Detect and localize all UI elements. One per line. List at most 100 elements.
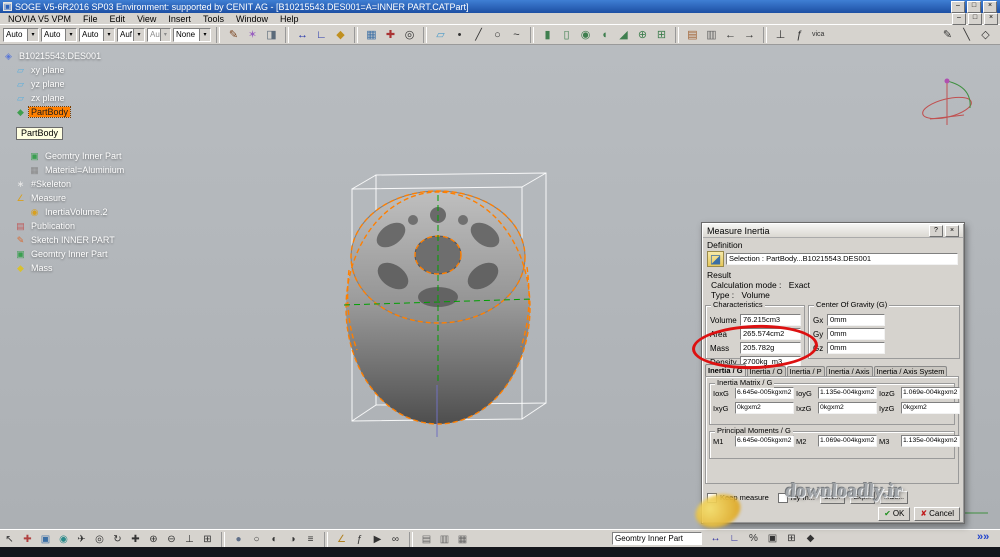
menu-novia-v5-vpm[interactable]: NOVIA V5 VPM bbox=[2, 14, 77, 24]
tree-item-inertia-volume[interactable]: ◉InertiaVolume.2 bbox=[3, 205, 126, 219]
chevron-down-icon[interactable]: ▾ bbox=[65, 29, 76, 41]
dialog-titlebar[interactable]: Measure Inertia ? × bbox=[703, 224, 963, 238]
line-icon[interactable]: ╱ bbox=[470, 27, 487, 43]
hole-icon[interactable]: ◉ bbox=[577, 27, 594, 43]
child-close-button[interactable]: × bbox=[984, 13, 998, 25]
minimize-button[interactable]: – bbox=[951, 1, 965, 13]
gy-field[interactable]: 0mm bbox=[827, 328, 885, 340]
point-icon[interactable]: • bbox=[451, 27, 468, 43]
iyzg-field[interactable]: 0kgxm2 bbox=[901, 402, 960, 414]
compass[interactable] bbox=[921, 79, 974, 126]
3d-viewport[interactable]: ◈B10215543.DES001 ▱xy plane ▱yz plane ▱z… bbox=[0, 45, 1000, 529]
paintbrush-icon[interactable]: ✎ bbox=[225, 27, 242, 43]
tree-item-sketch-inner-part[interactable]: ✎Sketch INNER PART bbox=[3, 233, 126, 247]
pad-icon[interactable]: ▮ bbox=[539, 27, 556, 43]
tree-item-geometry-inner-part-2[interactable]: ▣Geomtry Inner Part bbox=[3, 247, 126, 261]
formula-icon[interactable]: ƒ bbox=[352, 533, 367, 547]
iozg-field[interactable]: 1.069e-004kgxm2 bbox=[901, 387, 960, 399]
pan-icon[interactable]: ✚ bbox=[128, 533, 143, 547]
fly-mode-icon[interactable]: ✈ bbox=[74, 533, 89, 547]
paste-icon[interactable]: ▥ bbox=[703, 27, 720, 43]
boolean-icon[interactable]: ⊕ bbox=[634, 27, 651, 43]
ioxg-field[interactable]: 6.645e-005kgxm2 bbox=[735, 387, 794, 399]
grid-icon[interactable]: ▦ bbox=[363, 27, 380, 43]
copy-icon[interactable]: ▤ bbox=[419, 533, 434, 547]
menu-edit[interactable]: Edit bbox=[104, 14, 132, 24]
chevron-down-icon[interactable]: ▾ bbox=[103, 29, 114, 41]
tree-item-measure[interactable]: ∠Measure bbox=[3, 191, 126, 205]
chamfer-icon[interactable]: ◢ bbox=[615, 27, 632, 43]
cancel-button[interactable]: ✘Cancel bbox=[914, 507, 960, 521]
link-manager-icon[interactable]: ∞ bbox=[388, 533, 403, 547]
tree-item-xy-plane[interactable]: ▱xy plane bbox=[3, 63, 126, 77]
globe-icon[interactable]: ◉ bbox=[56, 533, 71, 547]
paste-icon[interactable]: ▥ bbox=[437, 533, 452, 547]
power-input-field[interactable] bbox=[612, 532, 702, 545]
measure-between-icon[interactable]: ↔ bbox=[708, 532, 723, 546]
selection-field[interactable]: Selection : PartBody...B10215543.DES001 bbox=[726, 253, 958, 265]
zoom-in-icon[interactable]: ⊕ bbox=[146, 533, 161, 547]
settings-icon[interactable]: ◆ bbox=[803, 532, 818, 546]
child-minimize-button[interactable]: – bbox=[952, 13, 966, 25]
tree-item-partbody[interactable]: ◆PartBody bbox=[3, 105, 126, 119]
zoom-out-icon[interactable]: ⊖ bbox=[164, 533, 179, 547]
m3-field[interactable]: 1.135e-004kgxm2 bbox=[901, 435, 960, 447]
ixzg-field[interactable]: 0kgxm2 bbox=[818, 402, 877, 414]
menu-tools[interactable]: Tools bbox=[197, 14, 230, 24]
multi-view-icon[interactable]: ⊞ bbox=[200, 533, 215, 547]
percent-icon[interactable]: % bbox=[746, 532, 761, 546]
filter-combo-3[interactable]: Auto▾ bbox=[79, 28, 115, 42]
viga-tool-icon[interactable]: vica bbox=[810, 27, 826, 43]
constraint-icon[interactable]: ⊥ bbox=[772, 27, 789, 43]
spline-icon[interactable]: ~ bbox=[508, 27, 525, 43]
undo-icon[interactable]: ← bbox=[722, 27, 739, 43]
ok-button[interactable]: ✔OK bbox=[878, 507, 910, 521]
print-icon[interactable]: ▦ bbox=[455, 533, 470, 547]
m1-field[interactable]: 6.645e-005kgxm2 bbox=[735, 435, 794, 447]
axis-system-icon[interactable]: ✚ bbox=[20, 533, 35, 547]
tree-item-skeleton[interactable]: ∗#Skeleton bbox=[3, 177, 126, 191]
rotate-view-icon[interactable]: ↻ bbox=[110, 533, 125, 547]
cube-icon[interactable]: ▣ bbox=[38, 533, 53, 547]
dialog-close-button[interactable]: × bbox=[945, 225, 959, 237]
filter-combo-2[interactable]: Auto▾ bbox=[41, 28, 77, 42]
gx-field[interactable]: 0mm bbox=[827, 314, 885, 326]
pen-icon[interactable]: ✎ bbox=[939, 27, 956, 43]
tree-toggle-icon[interactable]: ≡ bbox=[303, 533, 318, 547]
chevron-down-icon[interactable]: ▾ bbox=[27, 29, 38, 41]
filter-combo-1[interactable]: Auto▾ bbox=[3, 28, 39, 42]
menu-view[interactable]: View bbox=[131, 14, 162, 24]
chevron-down-icon[interactable]: ▾ bbox=[199, 29, 210, 41]
window-titlebar[interactable]: ▣ SOGE V5-6R2016 SP03 Environment: suppo… bbox=[0, 0, 1000, 13]
dialog-help-button[interactable]: ? bbox=[929, 225, 943, 237]
ixyg-field[interactable]: 0kgxm2 bbox=[735, 402, 794, 414]
command-arrows-icon[interactable]: »» bbox=[977, 531, 989, 543]
tree-item-root[interactable]: ◈B10215543.DES001 bbox=[3, 49, 126, 63]
chevron-down-icon[interactable]: ▾ bbox=[160, 29, 170, 41]
filter-combo-4[interactable]: Auf▾ bbox=[117, 28, 145, 42]
magic-wand-icon[interactable]: ✶ bbox=[244, 27, 261, 43]
macro-icon[interactable]: ▶ bbox=[370, 533, 385, 547]
plane-icon[interactable]: ▱ bbox=[432, 27, 449, 43]
menu-help[interactable]: Help bbox=[274, 14, 305, 24]
capture-icon[interactable]: ▣ bbox=[765, 532, 780, 546]
chevron-down-icon[interactable]: ▾ bbox=[133, 29, 144, 41]
tree-item-zx-plane[interactable]: ▱zx plane bbox=[3, 91, 126, 105]
knowledge-icon[interactable]: ƒ bbox=[791, 27, 808, 43]
slash-icon[interactable]: ╲ bbox=[958, 27, 975, 43]
circle-icon[interactable]: ○ bbox=[489, 27, 506, 43]
redo-icon[interactable]: → bbox=[741, 27, 758, 43]
maximize-button[interactable]: □ bbox=[967, 1, 981, 13]
measure-item-icon[interactable]: ∟ bbox=[313, 27, 330, 43]
ioyg-field[interactable]: 1.135e-004kgxm2 bbox=[818, 387, 877, 399]
measure-item-icon[interactable]: ∟ bbox=[727, 532, 742, 546]
shading-icon[interactable]: ● bbox=[231, 533, 246, 547]
gz-field[interactable]: 0mm bbox=[827, 342, 885, 354]
menu-file[interactable]: File bbox=[77, 14, 104, 24]
grid-snap-icon[interactable]: ⊞ bbox=[784, 532, 799, 546]
wireframe-icon[interactable]: ○ bbox=[249, 533, 264, 547]
catalog-icon[interactable]: ▤ bbox=[684, 27, 701, 43]
format-painter-icon[interactable]: ◨ bbox=[263, 27, 280, 43]
tree-item-geometry-inner-part[interactable]: ▣Geomtry Inner Part bbox=[3, 149, 126, 163]
select-icon[interactable]: ↖ bbox=[2, 533, 17, 547]
